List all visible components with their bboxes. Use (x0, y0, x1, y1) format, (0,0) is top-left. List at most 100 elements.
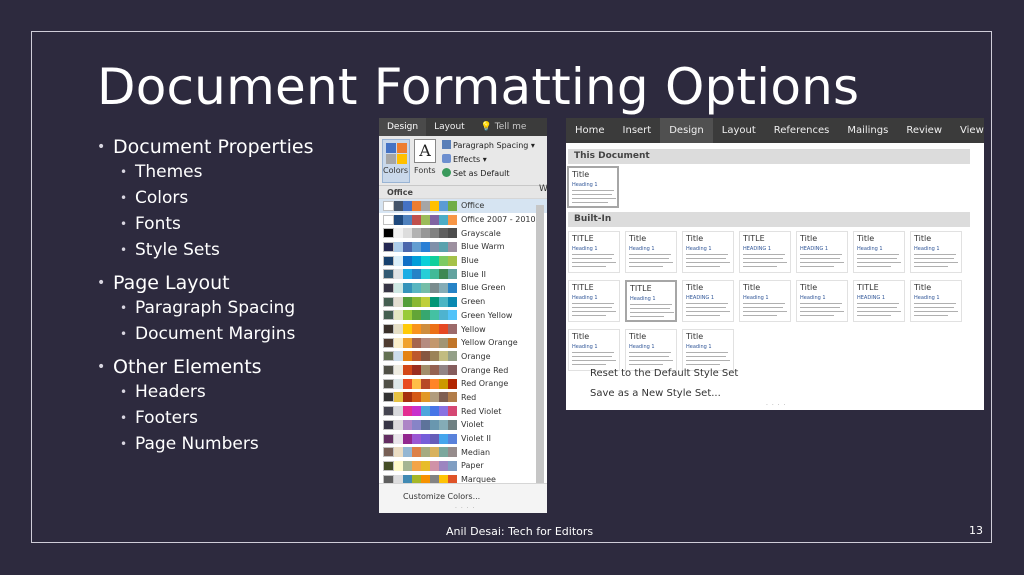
palette-option[interactable]: Office 2007 - 2010 (379, 213, 547, 227)
palette-option[interactable]: Office (379, 199, 547, 213)
color-swatch (383, 365, 394, 376)
color-swatch (383, 433, 394, 444)
color-swatch (394, 228, 403, 239)
tab-home[interactable]: Home (566, 118, 614, 143)
palette-option[interactable]: Green (379, 295, 547, 309)
style-set-thumbnail[interactable]: Title Heading 1 (682, 329, 734, 371)
palette-swatches (383, 378, 457, 389)
style-set-thumbnail[interactable]: Title Heading 1 (796, 280, 848, 322)
style-set-thumbnail[interactable]: TITLE HEADING 1 (853, 280, 905, 322)
set-as-default-button[interactable]: Set as Default (442, 168, 510, 178)
style-set-thumbnail[interactable]: Title Heading 1 (853, 231, 905, 273)
tab-design[interactable]: Design (660, 118, 713, 143)
color-swatch (421, 255, 430, 266)
style-set-current[interactable]: Title Heading 1 (567, 166, 619, 208)
palette-option[interactable]: Red Violet (379, 404, 547, 418)
style-set-thumbnail[interactable]: Title Heading 1 (739, 280, 791, 322)
color-swatch (403, 337, 412, 348)
color-swatch (383, 255, 394, 266)
style-set-thumbnail[interactable]: Title HEADING 1 (796, 231, 848, 273)
palette-option[interactable]: Blue (379, 254, 547, 268)
color-swatch (421, 310, 430, 321)
color-swatch (394, 324, 403, 335)
save-style-set-button[interactable]: Save as a New Style Set... (590, 388, 721, 399)
text-line (857, 254, 899, 255)
style-set-thumbnail[interactable]: Title Heading 1 (910, 231, 962, 273)
style-set-thumbnail[interactable]: Title Heading 1 (625, 231, 677, 273)
palette-name: Red (461, 392, 477, 402)
palette-swatches (383, 310, 457, 321)
color-swatch (448, 447, 457, 458)
palette-name: Office 2007 - 2010 (461, 215, 536, 225)
bullet-item: Page Layout (97, 271, 314, 295)
color-swatch (439, 269, 448, 280)
text-line (572, 266, 606, 267)
palette-option[interactable]: Grayscale (379, 226, 547, 240)
color-swatch (412, 200, 421, 211)
palette-option[interactable]: Red Orange (379, 377, 547, 391)
color-swatch (403, 365, 412, 376)
tab-review[interactable]: Review (897, 118, 951, 143)
style-set-thumbnail[interactable]: Title Heading 1 (682, 231, 734, 273)
color-swatch (403, 200, 412, 211)
palette-option[interactable]: Median (379, 445, 547, 459)
tab-layout[interactable]: Layout (713, 118, 765, 143)
palette-option[interactable]: Blue II (379, 267, 547, 281)
text-line (800, 315, 834, 316)
tab-design[interactable]: Design (379, 118, 427, 136)
palette-option[interactable]: Paper (379, 459, 547, 473)
style-set-thumbnail[interactable]: Title Heading 1 (625, 329, 677, 371)
palette-option[interactable]: Green Yellow (379, 309, 547, 323)
palette-option[interactable]: Blue Warm (379, 240, 547, 254)
tab-layout[interactable]: Layout (426, 118, 473, 136)
fonts-label[interactable]: Fonts (414, 166, 436, 175)
palette-option[interactable]: Yellow (379, 322, 547, 336)
palette-swatches (383, 419, 457, 430)
style-set-thumbnail[interactable]: Title Heading 1 (568, 329, 620, 371)
resize-handle[interactable]: · · · · (455, 505, 475, 512)
tab-references[interactable]: References (765, 118, 839, 143)
effects-button[interactable]: Effects ▾ (442, 154, 487, 164)
palette-option[interactable]: Blue Green (379, 281, 547, 295)
color-swatch (421, 228, 430, 239)
color-swatch (439, 351, 448, 362)
style-set-thumbnail[interactable]: Title HEADING 1 (682, 280, 734, 322)
color-swatch (383, 324, 394, 335)
color-swatch (439, 337, 448, 348)
style-set-thumbnail[interactable]: TITLE Heading 1 (568, 231, 620, 273)
color-swatch (394, 433, 403, 444)
tab-insert[interactable]: Insert (614, 118, 661, 143)
thumb-heading: HEADING 1 (800, 246, 829, 252)
color-swatch (394, 460, 403, 471)
sub-bullet-item: Page Numbers (120, 431, 314, 457)
style-set-thumbnail[interactable]: TITLE HEADING 1 (739, 231, 791, 273)
text-line (630, 308, 670, 309)
resize-handle[interactable]: · · · · (766, 402, 786, 409)
style-set-thumbnail[interactable]: Title Heading 1 (910, 280, 962, 322)
fonts-icon[interactable]: A (414, 139, 436, 163)
palette-option[interactable]: Violet II (379, 432, 547, 446)
palette-option[interactable]: Yellow Orange (379, 336, 547, 350)
palette-option[interactable]: Red (379, 391, 547, 405)
palette-option[interactable]: Orange Red (379, 363, 547, 377)
tab-mailings[interactable]: Mailings (838, 118, 897, 143)
color-swatch (394, 365, 403, 376)
reset-style-set-button[interactable]: Reset to the Default Style Set (590, 368, 738, 379)
tell-me-search[interactable]: 💡 Tell me (473, 118, 535, 136)
style-set-thumbnail[interactable]: TITLE Heading 1 (625, 280, 677, 322)
scrollbar[interactable] (536, 205, 544, 489)
customize-colors-button[interactable]: Customize Colors... (403, 492, 480, 501)
thumb-title: Title (686, 283, 704, 292)
color-swatch (430, 255, 439, 266)
colors-button[interactable] (382, 139, 410, 183)
tab-view[interactable]: View (951, 118, 984, 143)
thumb-title: Title (800, 234, 818, 243)
palette-option[interactable]: Violet (379, 418, 547, 432)
text-line (572, 258, 612, 259)
palette-option[interactable]: Orange (379, 350, 547, 364)
paragraph-spacing-icon (442, 140, 451, 149)
paragraph-spacing-button[interactable]: Paragraph Spacing ▾ (442, 140, 535, 150)
palette-swatches (383, 269, 457, 280)
colors-icon-swatch (397, 154, 407, 164)
style-set-thumbnail[interactable]: TITLE Heading 1 (568, 280, 620, 322)
